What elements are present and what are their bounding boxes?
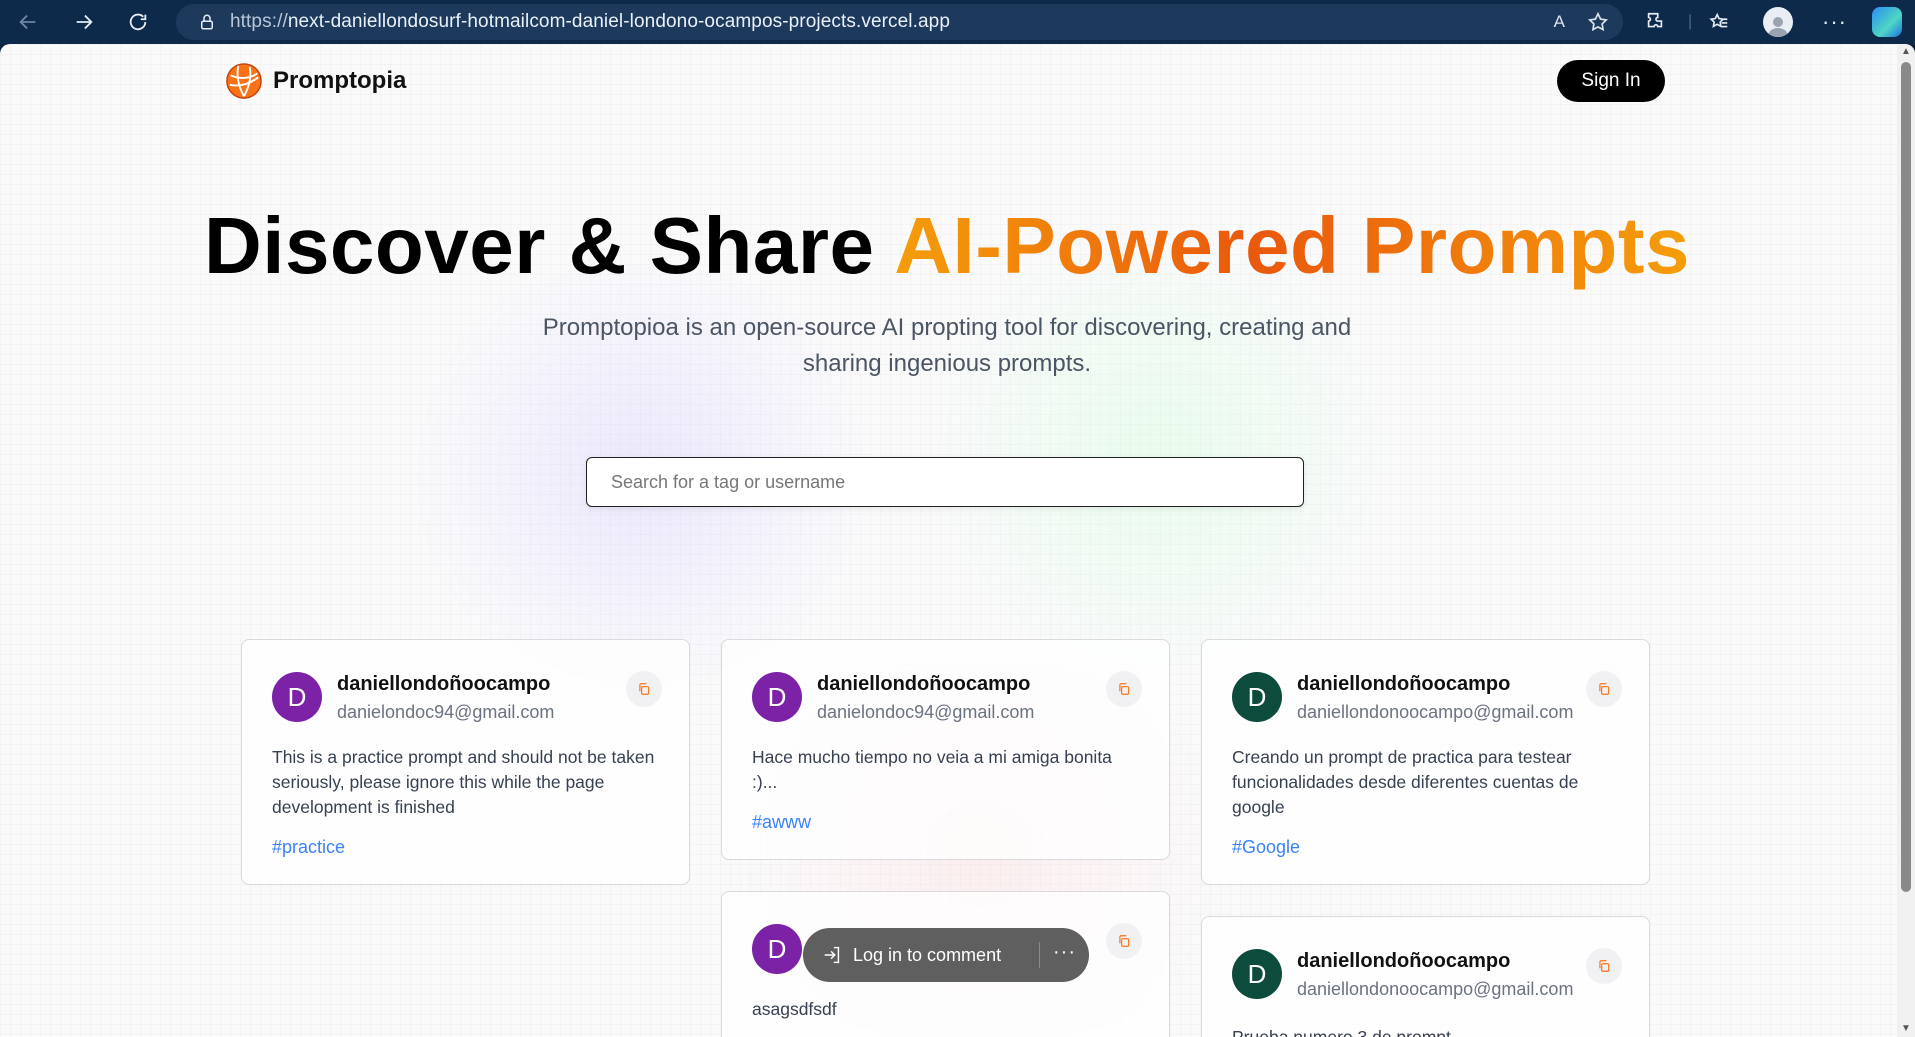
avatar[interactable]: D [752,672,802,722]
url-text[interactable]: https://next-daniellondosurf-hotmailcom-… [230,11,950,33]
lock-icon[interactable] [198,13,216,31]
prompt-text: This is a practice prompt and should not… [272,747,655,817]
copy-icon [639,683,650,695]
avatar[interactable]: D [752,924,802,974]
card-username[interactable]: daniellondoñoocampo [337,673,550,696]
prompt-tag[interactable]: #awww [752,812,811,833]
hero-title-highlight: AI-Powered Prompts [894,201,1691,290]
prompt-card[interactable]: D daniellondoñoocampo daniellondonoocamp… [1201,916,1650,1037]
copy-button[interactable] [1586,671,1622,707]
hero-title: Discover & Share AI-Powered Prompts [0,204,1894,288]
copy-button[interactable] [1586,948,1622,984]
profile-icon[interactable] [1763,4,1793,40]
hero-section: Discover & Share AI-Powered Prompts Prom… [0,204,1894,382]
copy-icon [1599,683,1610,695]
forward-icon[interactable] [64,4,104,40]
prompt-text: Prueba numero 3 de prompt [1232,1027,1451,1037]
copy-button[interactable] [1106,923,1142,959]
scrollbar-thumb[interactable] [1901,62,1911,892]
vertical-scrollbar[interactable]: ▲ ▼ [1897,44,1915,1037]
login-icon [824,946,840,964]
copilot-icon[interactable] [1872,4,1902,40]
card-email: danielondoc94@gmail.com [337,702,555,722]
read-aloud-icon[interactable]: A [1554,12,1565,32]
toast-divider [1039,942,1040,968]
prompt-text: Hace mucho tiempo no veia a mi amiga bon… [752,747,1112,792]
prompt-tag[interactable]: #Google [1232,837,1300,858]
toast-more-icon[interactable]: ··· [1053,941,1076,964]
prompt-card[interactable]: D daniellondoñoocampo danielondoc94@gmai… [241,639,690,885]
favorites-icon[interactable] [1708,4,1730,40]
prompt-tag[interactable]: #practice [272,837,345,858]
hero-title-plain: Discover & Share [203,201,875,290]
sign-in-button[interactable]: Sign In [1557,60,1665,102]
favorite-star-icon[interactable] [1587,11,1609,33]
logo-icon [226,63,262,99]
card-email: danielondoc94@gmail.com [817,702,1035,722]
scroll-down-icon[interactable]: ▼ [1900,1023,1912,1035]
toolbar-divider: | [1688,13,1693,30]
prompt-card[interactable]: D daniellondoñoocampo danielondoc94@gmai… [721,639,1170,860]
copy-icon [1119,935,1130,947]
more-options-icon[interactable]: ··· [1822,4,1847,40]
app-logo[interactable]: Promptopia [225,62,406,100]
back-icon[interactable] [8,4,48,40]
card-username[interactable]: daniellondoñoocampo [1297,950,1510,973]
avatar[interactable]: D [1232,672,1282,722]
card-email: daniellondonoocampo@gmail.com [1297,979,1574,999]
card-email: daniellondonoocampo@gmail.com [1297,702,1574,722]
prompt-text: asagsdfsdf [752,999,837,1019]
app-name: Promptopia [273,67,407,94]
search-input[interactable] [586,457,1304,507]
hero-subtitle: Promptopioa is an open-source AI proptin… [542,314,1352,377]
card-username[interactable]: daniellondoñoocampo [817,673,1030,696]
toast-label[interactable]: Log in to comment [853,945,1001,966]
copy-icon [1119,683,1130,695]
avatar[interactable]: D [272,672,322,722]
copy-icon [1599,960,1610,972]
address-bar[interactable]: https://next-daniellondosurf-hotmailcom-… [176,4,1623,40]
scroll-up-icon[interactable]: ▲ [1900,46,1912,58]
prompt-text: Creando un prompt de practica para teste… [1232,747,1579,817]
browser-toolbar: https://next-daniellondosurf-hotmailcom-… [0,0,1915,44]
login-to-comment-toast[interactable]: Log in to comment ··· [803,928,1089,982]
copy-button[interactable] [1106,671,1142,707]
copy-button[interactable] [626,671,662,707]
page-viewport: Promptopia Sign In Discover & Share AI-P… [0,44,1915,1037]
card-username[interactable]: daniellondoñoocampo [1297,673,1510,696]
avatar[interactable]: D [1232,949,1282,999]
extensions-icon[interactable] [1644,4,1666,40]
refresh-icon[interactable] [118,4,158,40]
prompt-card[interactable]: D daniellondoñoocampo daniellondonoocamp… [1201,639,1650,885]
